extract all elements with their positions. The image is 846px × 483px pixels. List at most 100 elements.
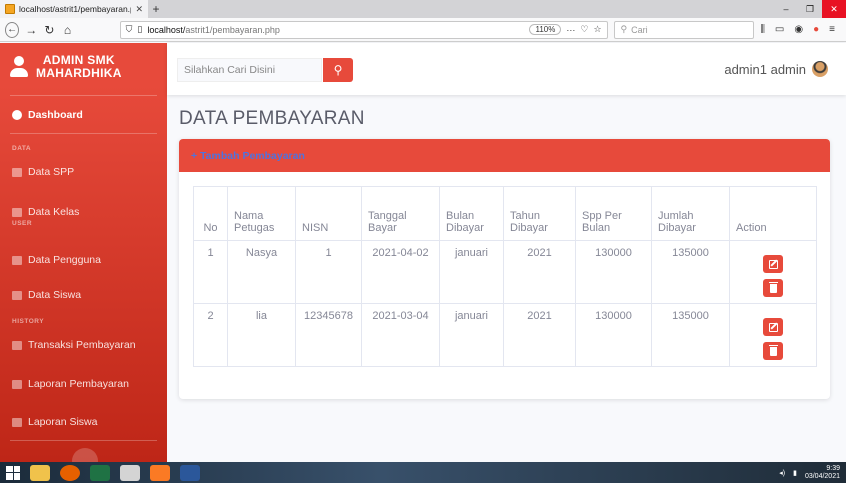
topbar: Silahkan Cari Disini ⚲ admin1 admin [167, 43, 846, 95]
zoom-badge[interactable]: 110% [529, 24, 562, 35]
sidebar-item-label: Data SPP [28, 166, 75, 178]
new-tab-button[interactable]: + [148, 0, 164, 18]
table-icon [12, 167, 22, 177]
table-cell: 2021-04-02 [361, 240, 440, 304]
table-row: 2 lia 12345678 2021-03-04 januari 2021 1… [193, 303, 817, 367]
url-host: localhost/ [147, 24, 186, 35]
table-cell: 2021 [503, 240, 576, 304]
column-header: Nama Petugas [227, 186, 296, 241]
network-icon[interactable]: ▮ [793, 469, 797, 477]
sidebar-divider [10, 440, 157, 441]
sidebar-item-label: Data Kelas [28, 206, 80, 218]
sidebar-item-label: Transaksi Pembayaran [28, 339, 136, 351]
clock[interactable]: 9:39 03/04/2021 [805, 465, 840, 481]
library-icon[interactable]: ⫼ [760, 24, 765, 35]
sidebar-brand[interactable]: ADMIN SMK MAHARDHIKA [0, 43, 167, 91]
addon-icon[interactable]: ● [813, 24, 819, 35]
column-header: Action [729, 186, 817, 241]
table-cell: 1 [295, 240, 362, 304]
action-cell [729, 240, 817, 304]
sidebar-item-label: Data Siswa [28, 289, 82, 301]
sidebar-item-label: Laporan Pembayaran [28, 378, 129, 390]
sidebar-item-laporan-pembayaran[interactable]: Laporan Pembayaran [0, 378, 129, 390]
sidebar-item-data-pengguna[interactable]: Data Pengguna [0, 254, 101, 266]
table-cell: 130000 [575, 240, 652, 304]
sidebar-item-data-siswa[interactable]: Data Siswa [0, 289, 81, 301]
transaction-icon [12, 340, 22, 350]
table-cell: lia [227, 303, 296, 367]
shield-icon[interactable]: ⛉ [126, 24, 133, 35]
word-icon[interactable] [180, 464, 200, 481]
window-controls: – ❐ ✕ [774, 0, 846, 18]
close-window-icon[interactable]: ✕ [822, 0, 846, 18]
table-cell: 135000 [651, 240, 730, 304]
xampp-icon[interactable] [150, 464, 170, 481]
search-placeholder: Silahkan Cari Disini [184, 64, 276, 76]
sidebar-item-transaksi[interactable]: Transaksi Pembayaran [0, 339, 136, 351]
table-cell: 130000 [575, 303, 652, 367]
table-cell: Nasya [227, 240, 296, 304]
table-cell: 1 [193, 240, 228, 304]
sidebar-heading-data: DATA [12, 145, 32, 152]
browser-tab[interactable]: localhost/astrit1/pembayaran.p ✕ [0, 0, 148, 18]
browser-tab-bar: localhost/astrit1/pembayaran.p ✕ + – ❐ ✕ [0, 0, 846, 18]
home-icon[interactable]: ⌂ [61, 23, 73, 37]
minimize-icon[interactable]: – [774, 0, 798, 18]
sidebar-item-data-kelas[interactable]: Data Kelas [0, 206, 79, 218]
add-payment-link[interactable]: + Tambah Pembayaran [191, 150, 305, 162]
edit-button[interactable] [763, 255, 783, 273]
file-explorer-icon[interactable] [30, 464, 50, 481]
tab-title: localhost/astrit1/pembayaran.p [19, 4, 132, 14]
column-header: NISN [295, 186, 362, 241]
windows-start-icon[interactable] [6, 465, 20, 480]
sidebar-icon[interactable]: ▭ [775, 24, 784, 35]
volume-icon[interactable]: ◂) [779, 469, 785, 477]
account-icon[interactable]: ◉ [794, 24, 803, 35]
search-icon: ⚲ [333, 63, 343, 77]
excel-icon[interactable] [90, 464, 110, 481]
bookmark-star-icon[interactable]: ☆ [593, 24, 601, 35]
menu-icon[interactable]: ≡ [829, 24, 835, 35]
search-icon: ⚲ [620, 24, 628, 34]
url-bar[interactable]: ⛉ ▯ localhost/astrit1/pembayaran.php 110… [119, 20, 608, 39]
delete-button[interactable] [763, 279, 783, 297]
column-header: Tahun Dibayar [503, 186, 576, 241]
paint-icon[interactable] [120, 464, 140, 481]
browser-nav-bar: ← → ↻ ⌂ ⛉ ▯ localhost/astrit1/pembayaran… [0, 18, 846, 42]
sidebar-item-label: Laporan Siswa [28, 416, 98, 428]
sidebar-item-data-spp[interactable]: Data SPP [0, 166, 74, 178]
page-icon: ▯ [137, 24, 143, 34]
search-button[interactable]: ⚲ [323, 58, 353, 82]
sidebar: ADMIN SMK MAHARDHIKA Dashboard DATA Data… [0, 43, 167, 474]
pocket-icon[interactable]: ♡ [580, 24, 588, 35]
maximize-icon[interactable]: ❐ [798, 0, 822, 18]
reload-icon[interactable]: ↻ [43, 23, 55, 37]
firefox-icon[interactable] [60, 464, 80, 481]
edit-button[interactable] [763, 318, 783, 336]
sidebar-item-dashboard[interactable]: Dashboard [0, 109, 83, 121]
browser-search-input[interactable]: ⚲ Cari [613, 20, 755, 39]
page-actions-icon[interactable]: ··· [566, 25, 575, 35]
column-header: Tanggal Bayar [361, 186, 440, 241]
edit-icon [768, 322, 778, 332]
url-path: astrit1/pembayaran.php [185, 24, 280, 35]
page-title: DATA PEMBAYARAN [179, 108, 365, 129]
forward-icon[interactable]: → [25, 23, 37, 37]
card-header: + Tambah Pembayaran [179, 139, 830, 172]
table-cell: 2021 [503, 303, 576, 367]
table-cell: januari [439, 303, 504, 367]
brand-line-2: MAHARDHIKA [36, 66, 122, 80]
delete-button[interactable] [763, 342, 783, 360]
trash-icon [768, 344, 778, 356]
back-icon[interactable]: ← [5, 21, 20, 38]
action-cell [729, 303, 817, 367]
tab-close-icon[interactable]: ✕ [135, 4, 143, 15]
column-header: Spp Per Bulan [575, 186, 652, 241]
table-icon [12, 207, 22, 217]
sidebar-item-laporan-siswa[interactable]: Laporan Siswa [0, 416, 97, 428]
search-input[interactable]: Silahkan Cari Disini [177, 58, 322, 82]
browser-toolbar-icons: ⫼ ▭ ◉ ● ≡ [760, 24, 841, 35]
user-icon [10, 56, 28, 78]
clock-date: 03/04/2021 [804, 472, 840, 480]
user-menu[interactable]: admin1 admin [724, 61, 828, 77]
